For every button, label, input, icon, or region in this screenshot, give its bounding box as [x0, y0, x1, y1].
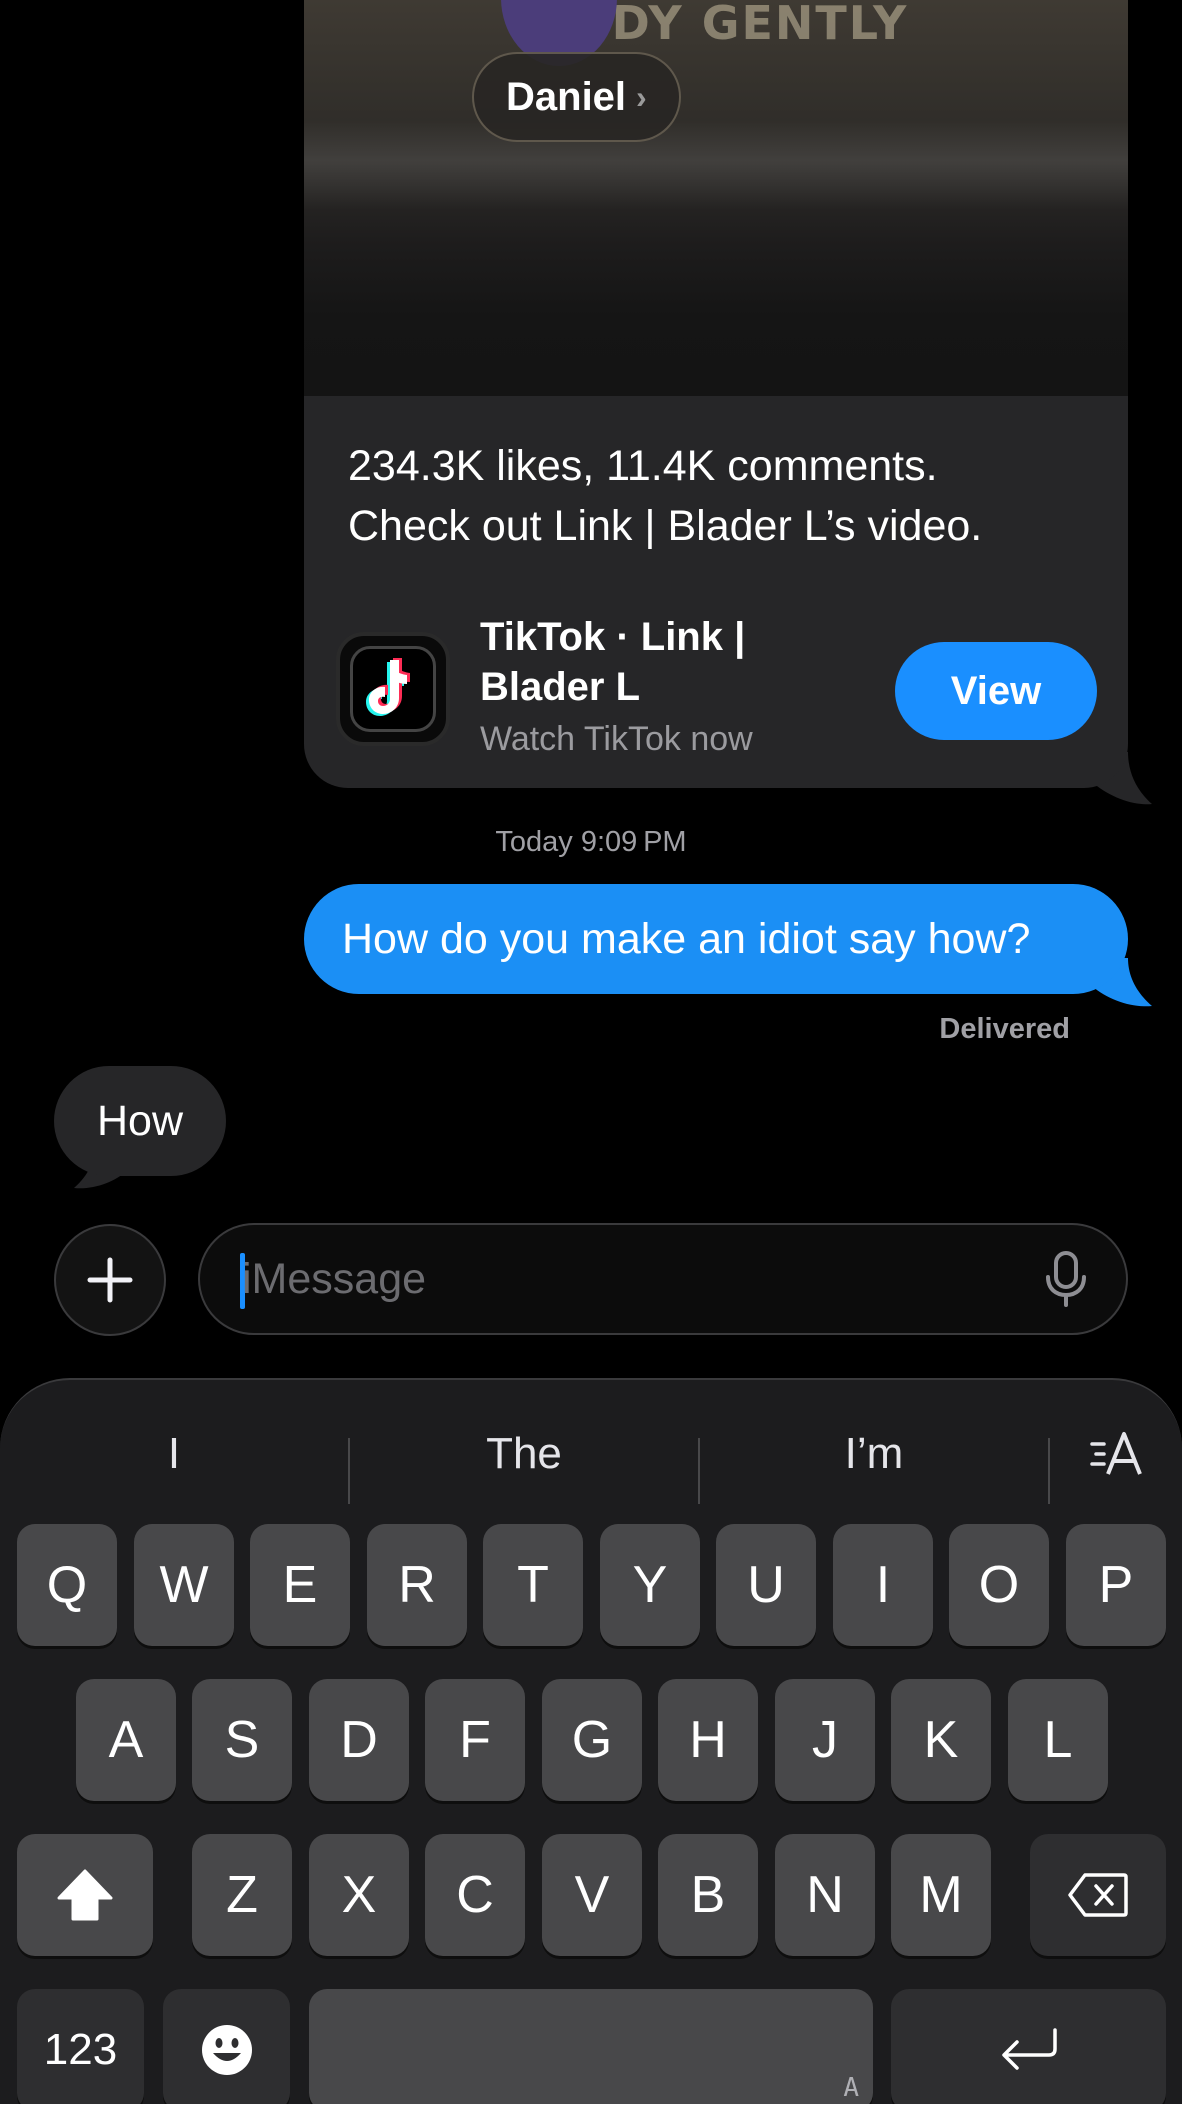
message-timestamp: Today 9:09 PM: [495, 826, 687, 858]
microphone-icon[interactable]: [1044, 1251, 1088, 1309]
messages-screen: TH DY GENTLY Daniel › 234.3K likes, 11.4…: [0, 0, 1182, 2104]
title-line: Blader L: [480, 665, 641, 709]
incoming-message-bubble[interactable]: How: [54, 1066, 226, 1176]
return-key[interactable]: [891, 1989, 1166, 2104]
key-y[interactable]: Y: [600, 1524, 700, 1646]
shift-key[interactable]: [17, 1834, 153, 1956]
preview-subtitle: Watch TikTok now: [480, 720, 753, 758]
key-u[interactable]: U: [716, 1524, 816, 1646]
outgoing-message-bubble[interactable]: How do you make an idiot say how?: [304, 884, 1128, 994]
plus-icon: [87, 1257, 133, 1303]
key-d[interactable]: D: [309, 1679, 409, 1801]
key-x[interactable]: X: [309, 1834, 409, 1956]
predictive-bar: I The I’m: [0, 1404, 1182, 1504]
view-button[interactable]: View: [895, 642, 1097, 740]
link-preview-bubble[interactable]: TH DY GENTLY Daniel › 234.3K likes, 11.4…: [304, 0, 1128, 788]
video-thumbnail[interactable]: TH DY GENTLY Daniel ›: [304, 0, 1128, 396]
keyboard: I The I’m Q W E R T Y U I O P A S D F G …: [0, 1378, 1182, 2104]
key-g[interactable]: G: [542, 1679, 642, 1801]
key-a[interactable]: A: [76, 1679, 176, 1801]
preview-description: 234.3K likes, 11.4K comments. Check out …: [348, 436, 1108, 556]
delete-icon: [1068, 1873, 1128, 1917]
sender-name: Daniel: [506, 74, 627, 119]
preview-title: TikTok · Link | Blader L: [480, 612, 800, 712]
key-q[interactable]: Q: [17, 1524, 117, 1646]
tiktok-logo-icon: [336, 632, 450, 746]
description-line: 234.3K likes, 11.4K comments.: [348, 442, 938, 490]
thumbnail-sheen: [304, 120, 1128, 210]
delete-key[interactable]: [1030, 1834, 1166, 1956]
space-key[interactable]: A: [309, 1989, 873, 2104]
key-w[interactable]: W: [134, 1524, 234, 1646]
key-t[interactable]: T: [483, 1524, 583, 1646]
sender-name-pill[interactable]: Daniel ›: [472, 52, 681, 142]
text-format-icon[interactable]: [1086, 1404, 1150, 1504]
suggestion-3[interactable]: I’m: [700, 1404, 1048, 1504]
imessage-field[interactable]: [198, 1223, 1128, 1335]
emoji-key[interactable]: [163, 1989, 290, 2104]
suggestion-divider: [1048, 1438, 1050, 1504]
space-key-hint: A: [843, 2073, 859, 2103]
description-line: Check out Link | Blader L’s video.: [348, 502, 983, 550]
key-c[interactable]: C: [425, 1834, 525, 1956]
key-r[interactable]: R: [367, 1524, 467, 1646]
key-s[interactable]: S: [192, 1679, 292, 1801]
key-h[interactable]: H: [658, 1679, 758, 1801]
key-l[interactable]: L: [1008, 1679, 1108, 1801]
apps-plus-button[interactable]: [54, 1224, 166, 1336]
key-z[interactable]: Z: [192, 1834, 292, 1956]
return-icon: [1001, 2028, 1057, 2070]
key-v[interactable]: V: [542, 1834, 642, 1956]
suggestion-2[interactable]: The: [350, 1404, 698, 1504]
title-line: TikTok · Link |: [480, 615, 746, 659]
key-j[interactable]: J: [775, 1679, 875, 1801]
key-b[interactable]: B: [658, 1834, 758, 1956]
suggestion-1[interactable]: I: [0, 1404, 348, 1504]
key-k[interactable]: K: [891, 1679, 991, 1801]
key-f[interactable]: F: [425, 1679, 525, 1801]
key-m[interactable]: M: [891, 1834, 991, 1956]
emoji-icon: [201, 2025, 252, 2075]
numbers-key[interactable]: 123: [17, 1989, 144, 2104]
key-n[interactable]: N: [775, 1834, 875, 1956]
chevron-right-icon: ›: [636, 78, 647, 115]
delivery-status: Delivered: [939, 1013, 1070, 1045]
key-i[interactable]: I: [833, 1524, 933, 1646]
key-o[interactable]: O: [949, 1524, 1049, 1646]
message-input[interactable]: [242, 1225, 1022, 1333]
key-p[interactable]: P: [1066, 1524, 1166, 1646]
shift-icon: [57, 1869, 113, 1921]
key-e[interactable]: E: [250, 1524, 350, 1646]
